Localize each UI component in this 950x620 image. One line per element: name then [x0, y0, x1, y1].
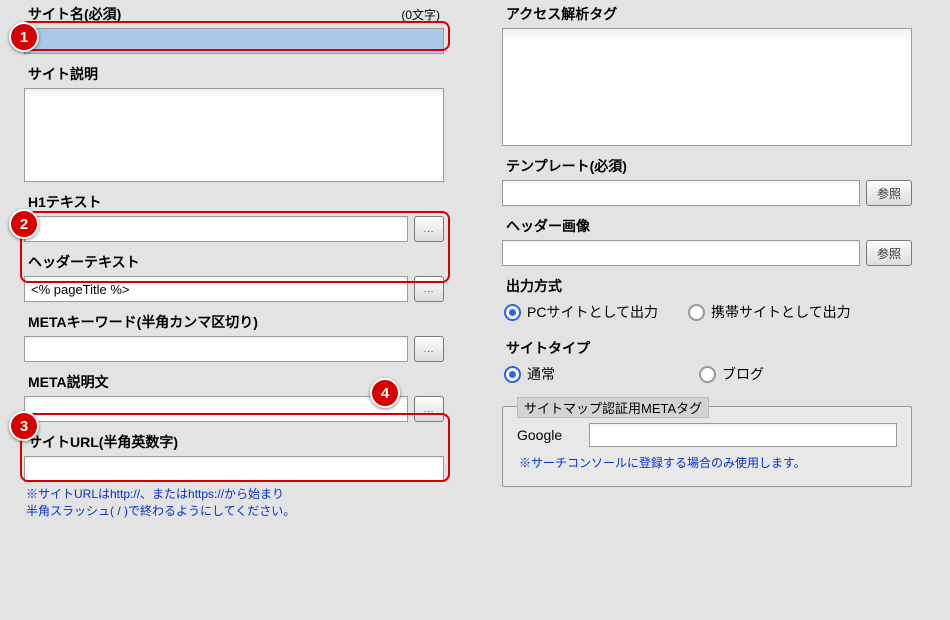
- template-label-row: テンプレート(必須): [502, 156, 912, 176]
- template-row: 参照: [502, 180, 912, 206]
- radio-icon: [688, 304, 705, 321]
- annotation-badge-4: 4: [370, 378, 400, 408]
- annotation-badge-1: 1: [9, 22, 39, 52]
- site-url-note-line2: 半角スラッシュ( / )で終わるようにしてください。: [26, 504, 295, 518]
- template-label: テンプレート(必須): [506, 156, 627, 176]
- site-type-option-normal-label: 通常: [527, 364, 555, 384]
- template-browse-button[interactable]: 参照: [866, 180, 912, 206]
- header-text-more-button[interactable]: ...: [414, 276, 444, 302]
- site-name-counter: (0文字): [401, 6, 440, 23]
- site-url-input[interactable]: [24, 456, 444, 482]
- radio-icon: [504, 304, 521, 321]
- radio-icon: [504, 366, 521, 383]
- h1-text-label-row: H1テキスト: [24, 192, 444, 212]
- site-type-radio-row: 通常 ブログ: [504, 364, 912, 384]
- template-input[interactable]: [502, 180, 860, 206]
- site-desc-label: サイト説明: [28, 64, 98, 84]
- h1-text-row: ...: [24, 216, 444, 242]
- site-url-note: ※サイトURLはhttp://、またはhttps://から始まり 半角スラッシュ…: [24, 486, 444, 520]
- site-type-option-blog-label: ブログ: [722, 364, 764, 384]
- site-url-label-row: サイトURL(半角英数字): [24, 432, 444, 452]
- meta-keywords-more-button[interactable]: ...: [414, 336, 444, 362]
- site-type-label-row: サイトタイプ: [502, 338, 912, 358]
- sitemap-google-label: Google: [517, 427, 577, 443]
- header-image-input[interactable]: [502, 240, 860, 266]
- annotation-badge-3: 3: [9, 411, 39, 441]
- output-label-row: 出力方式: [502, 276, 912, 296]
- output-option-pc[interactable]: PCサイトとして出力: [504, 302, 658, 322]
- site-desc-label-row: サイト説明: [24, 64, 444, 84]
- analytics-label-row: アクセス解析タグ: [502, 4, 912, 24]
- sitemap-legend: サイトマップ認証用METAタグ: [517, 397, 709, 418]
- h1-text-label: H1テキスト: [28, 192, 101, 212]
- output-radio-row: PCサイトとして出力 携帯サイトとして出力: [504, 302, 912, 322]
- analytics-textarea[interactable]: [502, 28, 912, 146]
- site-type-option-normal[interactable]: 通常: [504, 364, 555, 384]
- site-desc-textarea[interactable]: [24, 88, 444, 182]
- header-image-label-row: ヘッダー画像: [502, 216, 912, 236]
- h1-text-input[interactable]: [24, 216, 408, 242]
- meta-keywords-row: ...: [24, 336, 444, 362]
- output-option-pc-label: PCサイトとして出力: [527, 302, 658, 322]
- header-image-label: ヘッダー画像: [506, 216, 590, 236]
- analytics-label: アクセス解析タグ: [506, 4, 617, 24]
- header-image-row: 参照: [502, 240, 912, 266]
- annotation-badge-2: 2: [9, 209, 39, 239]
- site-url-note-line1: ※サイトURLはhttp://、またはhttps://から始まり: [26, 487, 284, 501]
- meta-keywords-label-row: METAキーワード(半角カンマ区切り): [24, 312, 444, 332]
- site-type-option-blog[interactable]: ブログ: [699, 364, 764, 384]
- h1-text-more-button[interactable]: ...: [414, 216, 444, 242]
- meta-desc-label: META説明文: [28, 372, 109, 392]
- site-name-label: サイト名(必須): [28, 4, 121, 24]
- sitemap-google-row: Google: [517, 423, 897, 447]
- meta-desc-more-button[interactable]: ...: [414, 396, 444, 422]
- meta-keywords-input[interactable]: [24, 336, 408, 362]
- meta-keywords-label: METAキーワード(半角カンマ区切り): [28, 312, 258, 332]
- left-column: サイト名(必須) (0文字) サイト説明 H1テキスト ... ヘッダーテキスト…: [24, 4, 444, 520]
- output-option-mobile-label: 携帯サイトとして出力: [711, 302, 851, 322]
- header-text-input[interactable]: [24, 276, 408, 302]
- header-text-label-row: ヘッダーテキスト: [24, 252, 444, 272]
- header-text-label: ヘッダーテキスト: [28, 252, 140, 272]
- sitemap-fieldset: サイトマップ認証用METAタグ Google ※サーチコンソールに登録する場合の…: [502, 406, 912, 487]
- radio-icon: [699, 366, 716, 383]
- output-option-mobile[interactable]: 携帯サイトとして出力: [688, 302, 851, 322]
- output-label: 出力方式: [506, 276, 562, 296]
- sitemap-note: ※サーチコンソールに登録する場合のみ使用します。: [517, 455, 897, 472]
- meta-desc-input[interactable]: [24, 396, 408, 422]
- right-column: アクセス解析タグ テンプレート(必須) 参照 ヘッダー画像 参照 出力方式 PC…: [502, 4, 912, 520]
- site-name-input[interactable]: [24, 28, 444, 54]
- site-url-label: サイトURL(半角英数字): [28, 432, 178, 452]
- site-type-label: サイトタイプ: [506, 338, 590, 358]
- header-text-row: ...: [24, 276, 444, 302]
- sitemap-google-input[interactable]: [589, 423, 897, 447]
- site-name-label-row: サイト名(必須) (0文字): [24, 4, 444, 24]
- header-image-browse-button[interactable]: 参照: [866, 240, 912, 266]
